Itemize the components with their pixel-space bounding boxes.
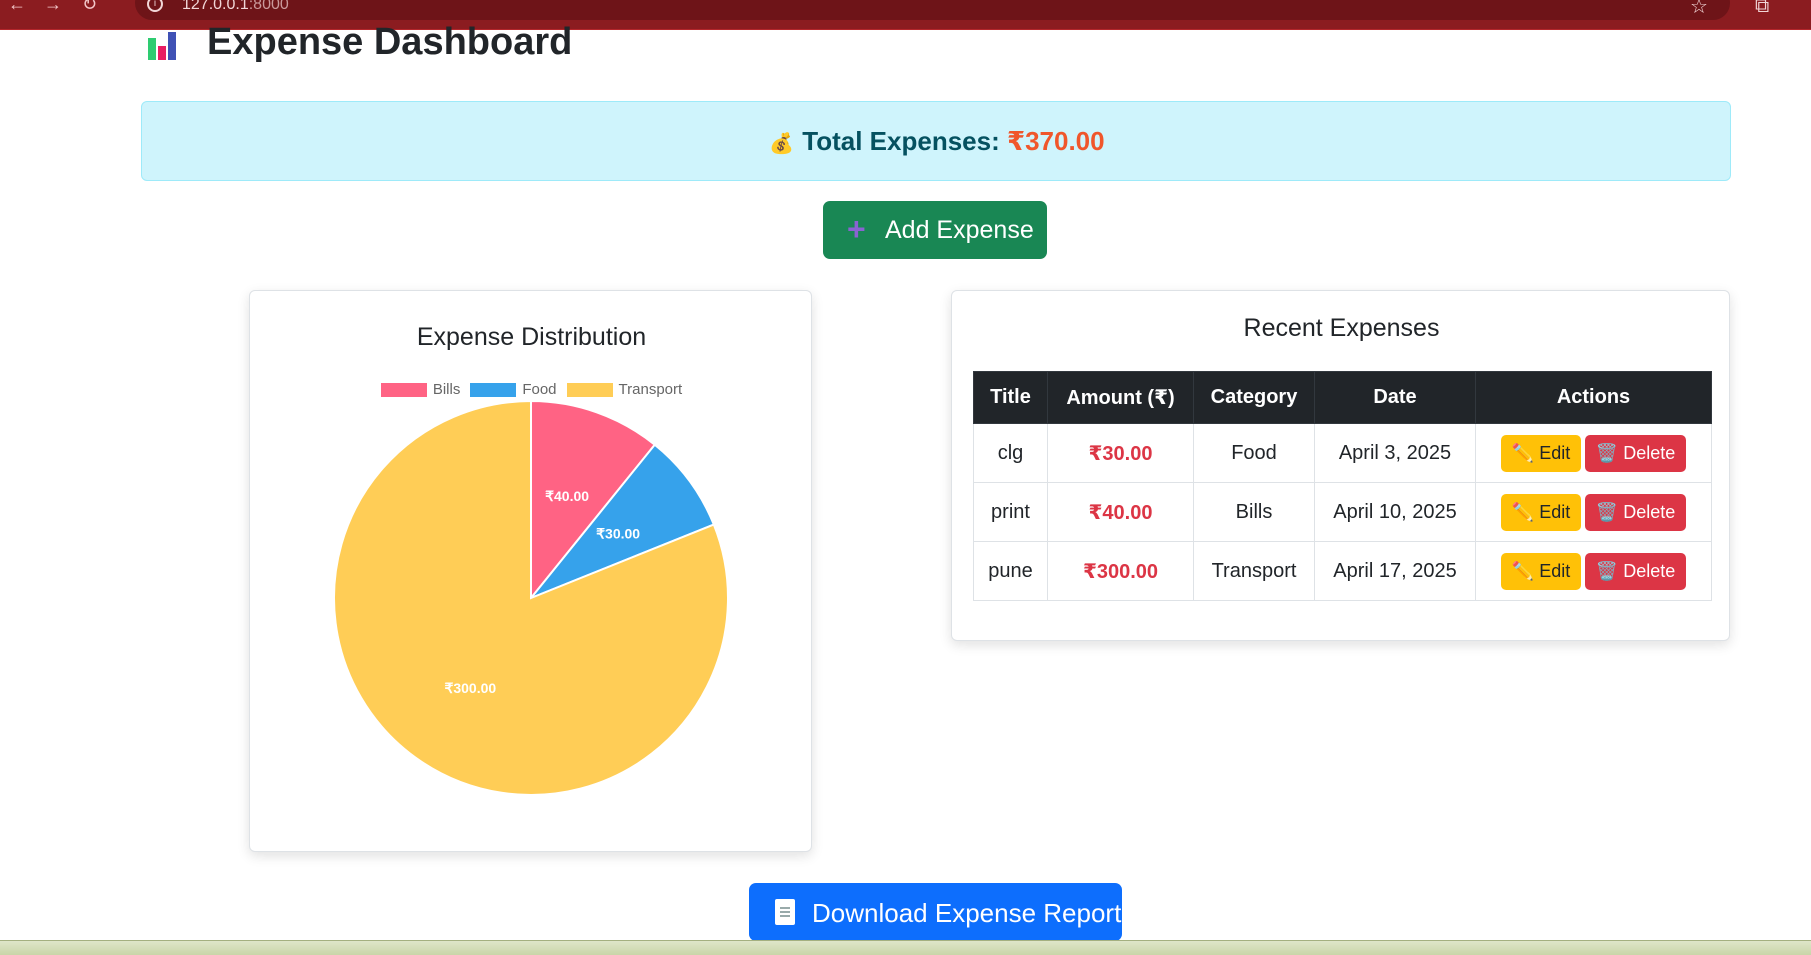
cell-actions: ✏️ Edit 🗑️ Delete	[1475, 423, 1712, 483]
cell-category: Bills	[1193, 482, 1315, 542]
reload-icon[interactable]: ↻	[82, 0, 97, 15]
column-header: Actions	[1475, 371, 1712, 424]
legend-label: Bills	[432, 381, 461, 398]
cell-title: clg	[973, 423, 1048, 483]
delete-button[interactable]: 🗑️ Delete	[1585, 434, 1686, 472]
total-amount: ₹370.00	[1006, 126, 1105, 156]
bar-chart-icon	[146, 28, 186, 60]
address-bar[interactable]: i 127.0.0.1:8000	[135, 0, 1730, 20]
site-info-icon[interactable]: i	[147, 0, 163, 12]
legend-item[interactable]: Transport	[566, 381, 683, 398]
cell-actions: ✏️ Edit 🗑️ Delete	[1475, 482, 1712, 542]
cell-title: pune	[973, 541, 1048, 601]
total-label: Total Expenses:	[802, 126, 1000, 156]
add-expense-label: Add Expense	[885, 216, 1034, 244]
trash-icon: 🗑️	[1595, 501, 1619, 522]
expenses-table: Title Amount (₹) Category Date Actions c…	[973, 371, 1712, 601]
cell-date: April 3, 2025	[1314, 423, 1476, 483]
cell-amount: ₹300.00	[1047, 541, 1194, 601]
cell-category: Transport	[1193, 541, 1315, 601]
table-row: print ₹40.00 Bills April 10, 2025 ✏️ Edi…	[973, 482, 1712, 542]
page-title: Expense Dashboard	[207, 21, 573, 63]
chart-title: Expense Distribution	[416, 323, 647, 351]
cell-title: print	[973, 482, 1048, 542]
legend-label: Food	[522, 381, 557, 398]
column-header: Date	[1314, 371, 1476, 424]
legend-item[interactable]: Bills	[380, 381, 461, 398]
url-text: 127.0.0.1:8000	[182, 0, 289, 13]
legend-swatch	[380, 383, 427, 398]
pencil-icon: ✏️	[1511, 442, 1535, 463]
edit-button[interactable]: ✏️ Edit	[1501, 552, 1581, 590]
delete-button[interactable]: 🗑️ Delete	[1585, 552, 1686, 590]
cell-amount: ₹40.00	[1047, 482, 1194, 542]
cell-actions: ✏️ Edit 🗑️ Delete	[1475, 541, 1712, 601]
legend-item[interactable]: Food	[470, 381, 557, 398]
download-report-button[interactable]: Download Expense Report	[749, 883, 1122, 941]
os-taskbar	[0, 940, 1811, 955]
recent-expenses-card: Recent Expenses Title Amount (₹) Categor…	[951, 290, 1730, 641]
column-header: Title	[973, 371, 1048, 424]
pencil-icon: ✏️	[1511, 560, 1535, 581]
expense-distribution-card: Expense Distribution Bills Food Transport …	[249, 290, 812, 852]
download-report-label: Download Expense Report	[812, 898, 1122, 928]
pie-data-label: ₹300.00	[444, 680, 496, 696]
delete-button[interactable]: 🗑️ Delete	[1585, 493, 1686, 531]
table-row: pune ₹300.00 Transport April 17, 2025 ✏️…	[973, 541, 1712, 601]
plus-icon: +	[847, 211, 866, 247]
document-icon	[775, 899, 795, 925]
cell-date: April 10, 2025	[1314, 482, 1476, 542]
pencil-icon: ✏️	[1511, 501, 1535, 522]
cell-date: April 17, 2025	[1314, 541, 1476, 601]
chart-legend: Bills Food Transport	[250, 381, 813, 398]
total-expenses-alert: 💰 Total Expenses: ₹370.00	[141, 101, 1731, 181]
cell-category: Food	[1193, 423, 1315, 483]
total-expenses-line: 💰 Total Expenses: ₹370.00	[142, 126, 1732, 157]
money-bag-icon: 💰	[769, 133, 795, 155]
legend-swatch	[566, 383, 613, 398]
pie-data-label: ₹30.00	[596, 526, 640, 542]
forward-icon[interactable]: →	[44, 0, 62, 15]
legend-swatch	[470, 383, 517, 398]
column-header: Amount (₹)	[1047, 371, 1194, 424]
add-expense-button[interactable]: + Add Expense	[823, 201, 1047, 259]
bookmark-star-icon[interactable]: ☆	[1690, 0, 1708, 19]
column-header: Category	[1193, 371, 1315, 424]
cell-amount: ₹30.00	[1047, 423, 1194, 483]
back-icon[interactable]: ←	[8, 0, 26, 15]
expense-pie-chart: ₹40.00 ₹30.00 ₹300.00	[333, 401, 729, 796]
table-header-row: Title Amount (₹) Category Date Actions	[973, 371, 1712, 424]
extensions-icon[interactable]: ⧉	[1755, 0, 1769, 18]
trash-icon: 🗑️	[1595, 560, 1619, 581]
table-row: clg ₹30.00 Food April 3, 2025 ✏️ Edit 🗑️ …	[973, 423, 1712, 483]
table-title: Recent Expenses	[1243, 314, 1440, 342]
pie-data-label: ₹40.00	[545, 488, 589, 504]
trash-icon: 🗑️	[1595, 442, 1619, 463]
legend-label: Transport	[618, 381, 683, 398]
edit-button[interactable]: ✏️ Edit	[1501, 434, 1581, 472]
edit-button[interactable]: ✏️ Edit	[1501, 493, 1581, 531]
